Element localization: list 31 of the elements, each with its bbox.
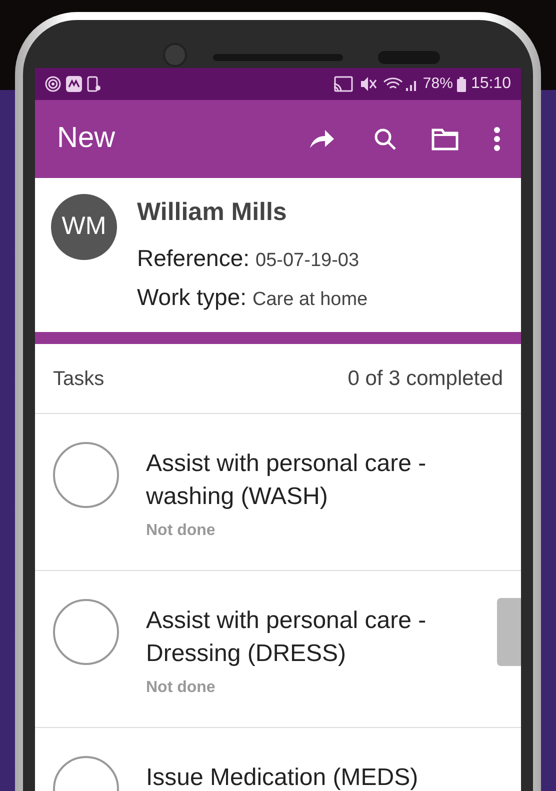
task-title: Assist with personal care - Dressing (DRESS) [146, 606, 428, 669]
avatar: WM [51, 194, 117, 260]
front-camera [163, 43, 187, 67]
cast-icon [332, 76, 353, 92]
target-icon [45, 76, 61, 92]
screen-title: New [57, 121, 116, 156]
task-item[interactable]: Assist with personal care - washing (WASH) Not done [35, 414, 521, 571]
task-item[interactable]: Assist with personal care - Dressing (DRESS) Not done [35, 571, 521, 728]
task-status: Not done [146, 521, 216, 541]
clock-time: 15:10 [470, 74, 511, 94]
app-icon [66, 76, 82, 92]
folder-icon[interactable] [431, 127, 459, 151]
task-item[interactable]: Issue Medication (MEDS) [35, 728, 521, 791]
task-title: Issue Medication (MEDS) [146, 763, 418, 791]
battery-icon [456, 76, 466, 92]
task-title: Assist with personal care - washing (WASH) [146, 449, 428, 512]
client-name: William Mills [137, 197, 288, 228]
task-status: Not done [146, 678, 216, 698]
more-menu-icon[interactable] [493, 126, 501, 152]
field-label: Reference: [137, 244, 250, 273]
scrollbar-thumb[interactable] [497, 598, 521, 666]
tasks-label: Tasks [53, 366, 104, 392]
mute-icon [358, 76, 377, 92]
battery-percentage: 78% [422, 74, 453, 94]
field-value: 05-07-19-03 [256, 249, 360, 273]
field-label: Work type: [137, 283, 246, 312]
field-value: Care at home [252, 288, 368, 312]
phone-icon [87, 76, 101, 92]
share-icon[interactable] [309, 129, 335, 149]
tasks-summary: 0 of 3 completed [348, 366, 503, 392]
search-icon[interactable] [373, 127, 397, 151]
